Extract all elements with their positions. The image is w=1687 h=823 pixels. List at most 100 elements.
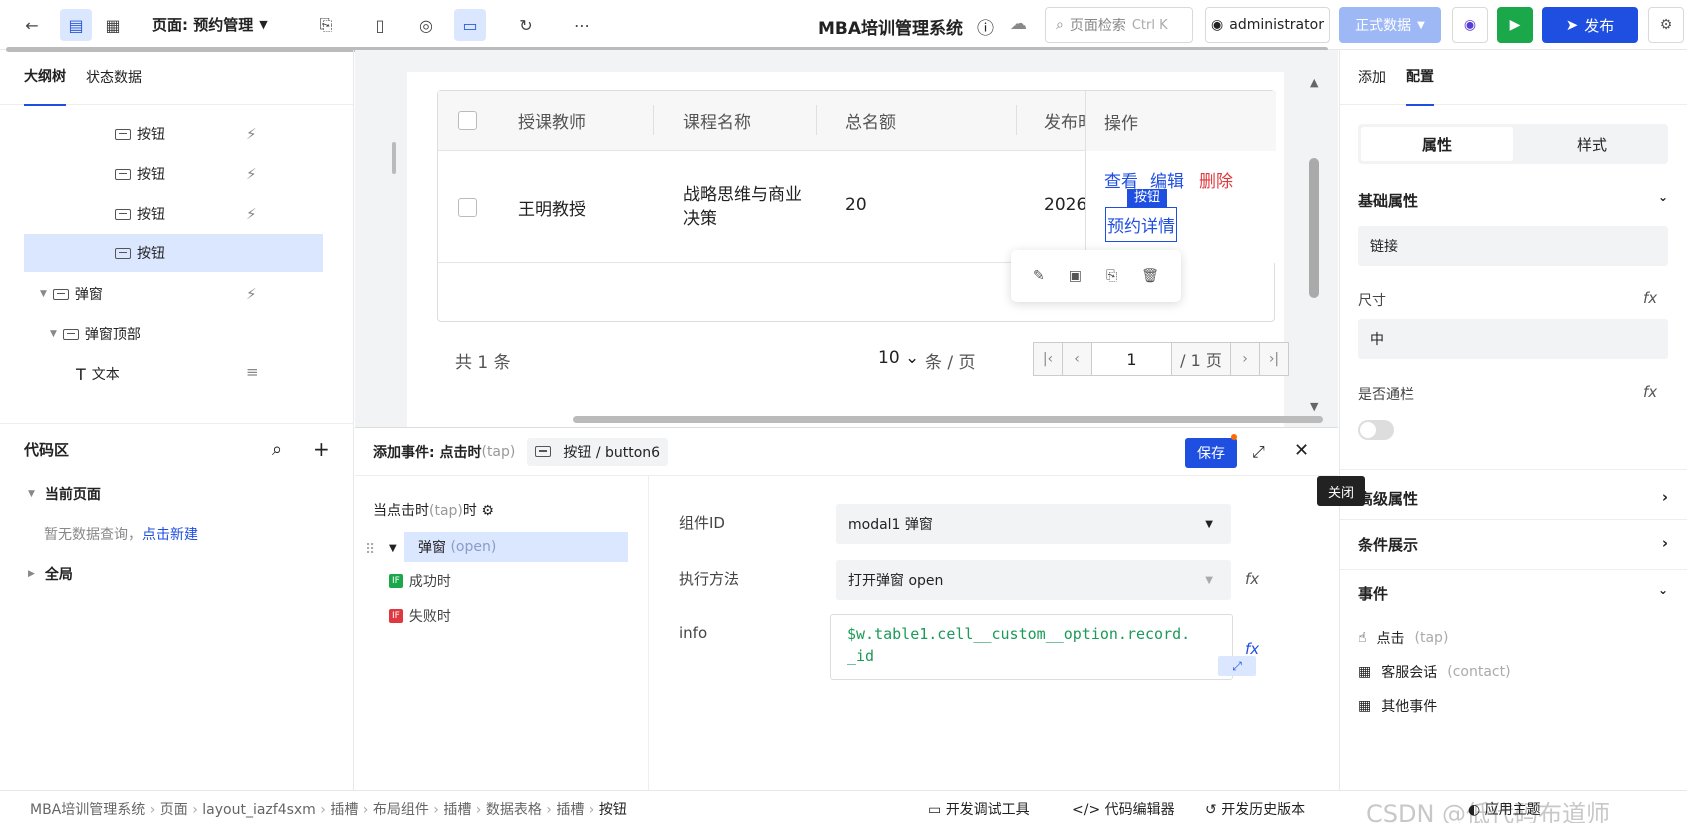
last-page-icon[interactable]: ›|: [1259, 342, 1289, 376]
tab-outline[interactable]: 大纲树: [24, 48, 66, 106]
segment-styles[interactable]: 样式: [1516, 124, 1668, 164]
new-page-icon[interactable]: ⎘: [310, 9, 342, 41]
fx-icon[interactable]: fx: [1643, 383, 1657, 401]
save-button[interactable]: 保存: [1185, 438, 1237, 468]
action-open-modal[interactable]: 弹窗 (open): [404, 532, 628, 562]
settings-icon[interactable]: ⚙: [481, 503, 494, 519]
success-branch[interactable]: IF 成功时: [389, 571, 451, 591]
mini-program-icon[interactable]: ◎: [410, 9, 442, 41]
page-number-input[interactable]: 1: [1091, 342, 1172, 376]
tree-node-button[interactable]: 按钮: [115, 155, 165, 193]
back-arrow-icon[interactable]: ←: [16, 9, 48, 41]
new-query-link[interactable]: 点击新建: [142, 524, 198, 544]
breadcrumb-item[interactable]: 插槽: [556, 802, 584, 818]
database-icon[interactable]: ≡: [246, 363, 259, 381]
copy-icon[interactable]: ⎘: [1106, 268, 1117, 284]
delete-icon[interactable]: 🗑: [1141, 268, 1159, 284]
current-page-node[interactable]: ▼ 当前页面: [0, 474, 354, 514]
history-button[interactable]: ↺ 开发历史版本: [1205, 799, 1305, 819]
more-icon[interactable]: ⋯: [566, 9, 598, 41]
canvas-horizontal-scrollbar[interactable]: [573, 416, 1323, 423]
tree-node-text[interactable]: T 文本: [76, 355, 120, 393]
drag-handle-icon[interactable]: ⠿: [365, 542, 375, 558]
refresh-icon[interactable]: ↻: [510, 9, 542, 41]
tab-config[interactable]: 配置: [1406, 48, 1434, 106]
breadcrumb-item[interactable]: layout_iazf4sxm: [202, 802, 316, 818]
code-editor-button[interactable]: </> 代码编辑器: [1072, 799, 1175, 819]
bolt-icon[interactable]: ⚡: [246, 285, 257, 303]
debug-tools-button[interactable]: ▭ 开发调试工具: [928, 799, 1030, 819]
breadcrumb-item[interactable]: 插槽: [443, 802, 471, 818]
theme-button[interactable]: ◐ 应用主题: [1468, 799, 1541, 819]
publish-button[interactable]: ➤ 发布: [1542, 7, 1638, 43]
scroll-up-icon[interactable]: ▲: [1310, 76, 1318, 89]
info-code-editor[interactable]: $w.table1.cell__custom__option.record. _i…: [830, 614, 1233, 680]
event-tap[interactable]: ☝ 点击 (tap): [1358, 628, 1448, 648]
settings-icon[interactable]: ⚙: [1648, 7, 1684, 43]
detail-button[interactable]: 预约详情: [1105, 207, 1177, 242]
component-id-select[interactable]: modal1 弹窗 ▼: [836, 504, 1231, 544]
event-other[interactable]: ▦ 其他事件: [1358, 696, 1437, 716]
tree-node-button[interactable]: 按钮: [115, 115, 165, 153]
page-select[interactable]: 页面: 预约管理 ▼: [152, 14, 268, 35]
cloud-icon[interactable]: ☁: [1010, 14, 1027, 34]
page-size-select[interactable]: 10 ⌄: [878, 348, 919, 368]
block-toggle[interactable]: [1358, 420, 1394, 440]
save-icon[interactable]: ▣: [1069, 268, 1082, 284]
tab-add[interactable]: 添加: [1358, 67, 1386, 87]
search-icon[interactable]: ⌕: [272, 439, 282, 460]
breadcrumb-item[interactable]: 布局组件: [373, 802, 429, 818]
run-preview-button[interactable]: ▶: [1497, 7, 1533, 43]
close-icon[interactable]: ✕: [1294, 440, 1309, 461]
link-type-select[interactable]: 链接: [1358, 226, 1668, 266]
segment-properties[interactable]: 属性: [1361, 127, 1513, 161]
page-search-input[interactable]: ⌕ 页面检索 Ctrl K: [1045, 7, 1193, 43]
bolt-icon[interactable]: ⚡: [246, 205, 257, 223]
breadcrumb-item[interactable]: MBA培训管理系统: [30, 802, 145, 818]
canvas-handle[interactable]: [392, 142, 396, 174]
ai-assistant-icon[interactable]: ◉: [1452, 7, 1488, 43]
info-icon[interactable]: ⓘ: [977, 14, 994, 39]
prev-page-icon[interactable]: ‹: [1062, 342, 1092, 376]
events-header[interactable]: 事件 ⌄: [1358, 583, 1668, 604]
conditional-header[interactable]: 条件展示 ›: [1358, 534, 1668, 555]
delete-link[interactable]: 删除: [1199, 167, 1233, 192]
expand-icon[interactable]: ⤢: [1252, 442, 1265, 462]
size-select[interactable]: 中: [1358, 319, 1668, 359]
scroll-down-icon[interactable]: ▼: [1310, 400, 1318, 413]
row-checkbox[interactable]: [458, 198, 477, 217]
event-contact[interactable]: ▦ 客服会话 (contact): [1358, 662, 1511, 682]
breadcrumb-item[interactable]: 数据表格: [486, 802, 542, 818]
breadcrumb-item[interactable]: 插槽: [330, 802, 358, 818]
advanced-properties-header[interactable]: 高级属性 ›: [1358, 488, 1668, 509]
tree-node-button[interactable]: 按钮: [115, 195, 165, 233]
tab-state-data[interactable]: 状态数据: [86, 49, 142, 105]
bolt-icon[interactable]: ⚡: [246, 125, 257, 143]
fx-icon[interactable]: fx: [1245, 570, 1259, 588]
user-menu[interactable]: ◉ administrator: [1205, 7, 1330, 43]
data-env-select[interactable]: 正式数据 ▼: [1339, 7, 1441, 43]
page-icon[interactable]: ▤: [60, 9, 92, 41]
layout-icon[interactable]: ▦: [97, 9, 129, 41]
fx-icon[interactable]: fx: [1245, 640, 1259, 658]
bolt-icon[interactable]: ⚡: [246, 165, 257, 183]
tree-node-modal-header[interactable]: ▼ 弹窗顶部: [50, 315, 141, 353]
add-icon[interactable]: +: [313, 437, 330, 461]
fx-icon[interactable]: fx: [1643, 289, 1657, 307]
tree-node-modal[interactable]: ▼ 弹窗: [40, 275, 103, 313]
canvas-vertical-scrollbar[interactable]: [1309, 158, 1319, 298]
edit-icon[interactable]: ✎: [1033, 268, 1045, 284]
breadcrumb-item[interactable]: 页面: [160, 802, 188, 818]
desktop-icon[interactable]: ▭: [454, 9, 486, 41]
first-page-icon[interactable]: |‹: [1033, 342, 1063, 376]
breadcrumb-item[interactable]: 按钮: [599, 802, 627, 818]
select-all-checkbox[interactable]: [458, 111, 477, 130]
mobile-icon[interactable]: ▯: [364, 9, 396, 41]
fail-branch[interactable]: IF 失败时: [389, 606, 451, 626]
global-node[interactable]: ▶ 全局: [0, 554, 354, 594]
expand-editor-icon[interactable]: ⤢: [1218, 656, 1256, 676]
next-page-icon[interactable]: ›: [1230, 342, 1260, 376]
caret-down-icon[interactable]: ▼: [389, 543, 397, 554]
basic-properties-header[interactable]: 基础属性 ⌄: [1358, 190, 1668, 211]
method-select[interactable]: 打开弹窗 open ▼: [836, 560, 1231, 600]
